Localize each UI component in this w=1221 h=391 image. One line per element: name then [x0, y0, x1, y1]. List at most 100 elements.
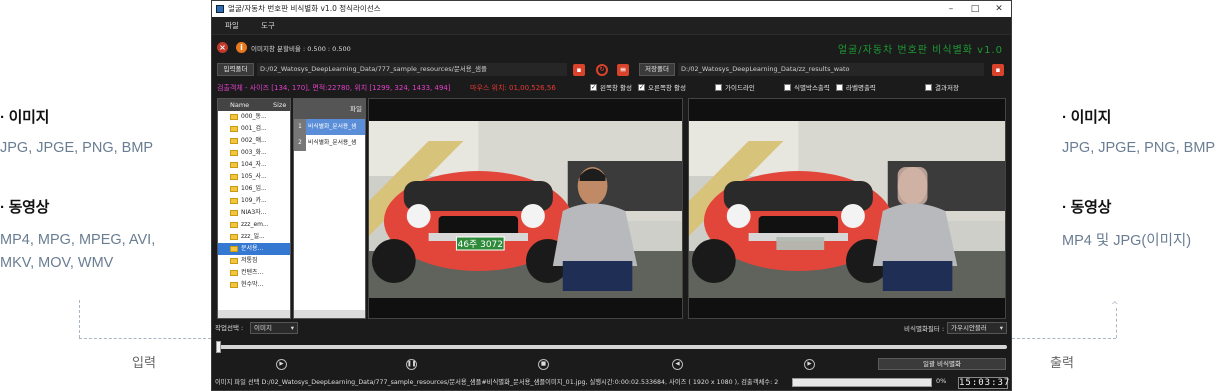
- tree-item[interactable]: 104_자...: [218, 159, 290, 171]
- tree-item[interactable]: 002_얘...: [218, 135, 290, 147]
- open-folder-icon[interactable]: ▪: [573, 64, 585, 76]
- timeline-knob[interactable]: [216, 341, 221, 353]
- refresh-icon[interactable]: ↻: [596, 64, 608, 76]
- tree-item[interactable]: 000_동...: [218, 111, 290, 123]
- guideline-checkbox-label: 가이드라인: [725, 84, 755, 92]
- folder-icon: [230, 174, 238, 180]
- guideline-checkbox[interactable]: [715, 84, 722, 91]
- save-folder-icon[interactable]: ▪: [992, 64, 1004, 76]
- input-folder-button[interactable]: 입력폴더: [217, 63, 254, 76]
- folder-tree[interactable]: Name Size 000_동... 001_검... 002_얘... 003_화.…: [217, 98, 291, 319]
- tree-item-label: 저통짐: [241, 257, 258, 264]
- filter-select-value: 가우시안블러: [951, 324, 987, 332]
- save-result-checkbox[interactable]: [925, 84, 932, 91]
- id-box-checkbox[interactable]: [784, 84, 791, 91]
- file-row-number: 1: [294, 119, 306, 135]
- file-row[interactable]: 1 비식별화_문서용_샘: [294, 119, 365, 135]
- tree-item[interactable]: zzz_일...: [218, 231, 290, 243]
- folder-icon: [230, 150, 238, 156]
- tree-header-name: Name: [230, 101, 250, 109]
- minimize-button[interactable]: –: [939, 1, 963, 17]
- file-list-scrollbar[interactable]: [294, 310, 365, 318]
- tree-item-label: 003_화...: [241, 149, 267, 156]
- info-icon[interactable]: i: [236, 42, 247, 53]
- close-window-button[interactable]: ✕: [987, 1, 1011, 17]
- brand-title: 얼굴/자동차 번호판 비식별화 v1.0: [837, 45, 1003, 56]
- menu-tools[interactable]: 도구: [261, 17, 275, 35]
- tree-item-label: 000_동...: [241, 113, 267, 120]
- label-output-checkbox[interactable]: [836, 84, 843, 91]
- previous-icon[interactable]: ◀: [672, 359, 683, 370]
- input-image-formats-wrap: JPG, JPGE, PNG, BMP: [0, 140, 153, 156]
- close-icon[interactable]: ×: [217, 42, 228, 53]
- tree-item[interactable]: zzz_em...: [218, 219, 290, 231]
- next-icon[interactable]: ▶: [804, 359, 815, 370]
- tree-item[interactable]: 106_임...: [218, 183, 290, 195]
- tree-item[interactable]: 현수막...: [218, 279, 290, 291]
- tree-item[interactable]: 001_검...: [218, 123, 290, 135]
- tree-item[interactable]: 저통짐: [218, 255, 290, 267]
- folder-icon: [230, 162, 238, 168]
- original-image-viewer[interactable]: 46주 3072: [368, 98, 683, 319]
- progress-bar: [792, 378, 932, 387]
- task-select-dropdown[interactable]: 이미지 ▾: [250, 322, 298, 334]
- tree-item[interactable]: 문서용...: [218, 243, 290, 255]
- tree-item-label: 001_검...: [241, 125, 267, 132]
- batch-anonymize-button[interactable]: 일괄 비식별화: [878, 358, 1006, 370]
- save-path-field[interactable]: D:/02_Watosys_DeepLearning_Data/zz_resul…: [678, 63, 984, 76]
- folder-icon: [230, 114, 238, 120]
- right-pane-checkbox[interactable]: ✓: [638, 84, 645, 91]
- split-ratio-label: 이미지창 분할비율 : 0.500 : 0.500: [251, 45, 351, 53]
- left-pane-checkbox[interactable]: ✓: [590, 84, 597, 91]
- save-folder-button[interactable]: 저장폴더: [639, 63, 675, 76]
- stop-icon[interactable]: ■: [538, 359, 549, 370]
- tree-item-label: 105_사...: [241, 173, 267, 180]
- timeline-slider[interactable]: [216, 341, 1007, 353]
- tree-header: Name Size: [218, 99, 290, 111]
- output-video-formats-wrap: MP4 및 JPG(이미지): [1062, 229, 1191, 250]
- window-title: 얼굴/자동차 번호판 비식별화 v1.0 정식라이선스: [228, 4, 381, 13]
- file-row-name: 비식별화_문서용_샘: [308, 140, 357, 146]
- tree-item[interactable]: NIA3자...: [218, 207, 290, 219]
- title-bar: 얼굴/자동차 번호판 비식별화 v1.0 정식라이선스 – □ ✕: [212, 1, 1011, 17]
- output-image-formats: JPG, JPGE, PNG, BMP: [1062, 140, 1216, 156]
- app-icon: [216, 5, 224, 13]
- input-flow-line-vertical: [79, 300, 80, 338]
- original-photo: 46주 3072: [369, 121, 682, 298]
- chevron-down-icon: ▾: [290, 324, 294, 332]
- tree-item[interactable]: 컨텐츠...: [218, 267, 290, 279]
- folder-icon: [230, 210, 238, 216]
- maximize-button[interactable]: □: [963, 1, 987, 17]
- list-icon[interactable]: ≡: [617, 64, 629, 76]
- file-row[interactable]: 2 비식별화_문서용_샘: [294, 135, 365, 151]
- tree-item[interactable]: 109_카...: [218, 195, 290, 207]
- tree-item-label: 문서용...: [241, 245, 264, 252]
- tree-scrollbar[interactable]: [218, 310, 290, 318]
- folder-icon: [230, 222, 238, 228]
- output-flow-label: 출력: [1050, 355, 1074, 370]
- file-rows: 1 비식별화_문서용_샘 2 비식별화_문서용_샘: [294, 119, 365, 151]
- input-video-formats-line2: MKV, MOV, WMV: [0, 255, 114, 271]
- file-row-number: 2: [294, 135, 306, 151]
- file-list[interactable]: 파일 1 비식별화_문서용_샘 2 비식별화_문서용_샘: [293, 98, 366, 319]
- folder-icon: [230, 258, 238, 264]
- menu-bar: 파일 도구: [212, 17, 1011, 35]
- tree-item-label: zzz_em...: [241, 221, 269, 228]
- tree-item[interactable]: 105_사...: [218, 171, 290, 183]
- anonymized-image-viewer[interactable]: [688, 98, 1006, 319]
- pause-icon[interactable]: ❚❚: [406, 359, 417, 370]
- path-row: 입력폴더 D:/02_Watosys_DeepLearning_Data/777…: [212, 62, 1011, 78]
- file-row-name: 비식별화_문서용_샘: [308, 124, 357, 130]
- task-select-label: 작업선택 :: [215, 324, 244, 332]
- play-icon[interactable]: ▶: [276, 359, 287, 370]
- file-list-header: 파일: [294, 99, 365, 119]
- filter-select-dropdown[interactable]: 가우시안블러 ▾: [947, 322, 1007, 334]
- output-image-formats-wrap: JPG, JPGE, PNG, BMP: [1062, 140, 1215, 156]
- chevron-down-icon: ▾: [999, 324, 1003, 332]
- tree-item[interactable]: 003_화...: [218, 147, 290, 159]
- output-video-heading: · 동영상: [1062, 199, 1112, 216]
- input-path-field[interactable]: D:/02_Watosys_DeepLearning_Data/777_samp…: [257, 63, 567, 76]
- output-image-heading: · 이미지: [1062, 109, 1112, 126]
- menu-file[interactable]: 파일: [225, 17, 239, 35]
- id-box-checkbox-label: 식별박스출력: [794, 84, 830, 92]
